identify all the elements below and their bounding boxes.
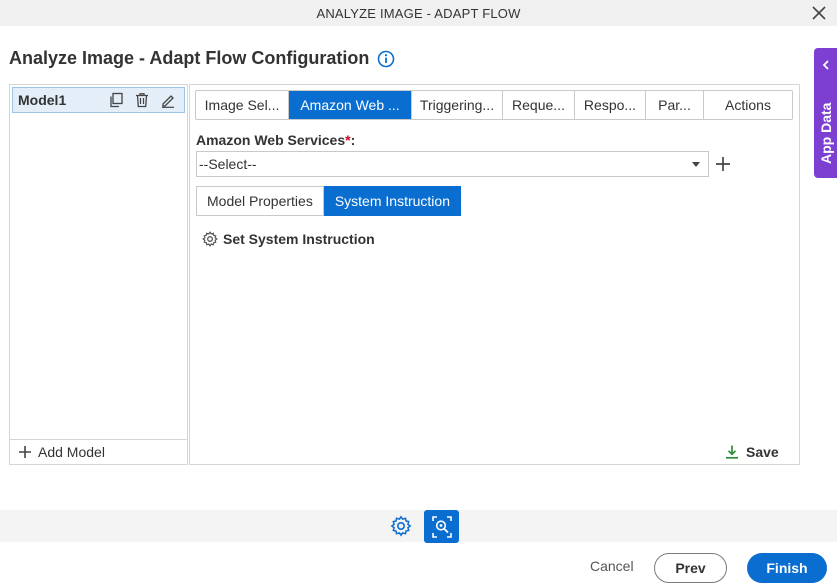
aws-select-value: --Select--: [199, 156, 257, 172]
info-icon[interactable]: [377, 50, 395, 68]
page-title: Analyze Image - Adapt Flow Configuration: [9, 48, 395, 69]
add-model-button[interactable]: Add Model: [10, 439, 187, 464]
settings-gear-icon[interactable]: [390, 515, 412, 537]
tab-parameters[interactable]: Par...: [646, 91, 704, 119]
app-data-label: App Data: [818, 102, 834, 164]
tab-actions[interactable]: Actions: [704, 91, 792, 119]
add-model-label: Add Model: [38, 444, 105, 460]
chevron-left-icon: [820, 58, 832, 76]
plus-icon: [18, 445, 32, 459]
window-title: ANALYZE IMAGE - ADAPT FLOW: [316, 5, 521, 21]
download-icon: [724, 444, 740, 460]
cancel-button[interactable]: Cancel: [590, 558, 634, 574]
tab-amazon-web-services[interactable]: Amazon Web ...: [289, 91, 412, 119]
aws-select[interactable]: --Select--: [196, 151, 709, 177]
delete-icon[interactable]: [132, 90, 152, 110]
tab-response[interactable]: Respo...: [575, 91, 646, 119]
tab-image-selection[interactable]: Image Sel...: [196, 91, 289, 119]
model-list-panel: Model1 Add Model: [9, 84, 188, 465]
page-title-text: Analyze Image - Adapt Flow Configuration: [9, 48, 370, 68]
chevron-down-icon: [692, 161, 700, 167]
aws-field-label: Amazon Web Services*:: [196, 132, 355, 148]
gear-icon: [202, 231, 218, 247]
tab-request[interactable]: Reque...: [503, 91, 575, 119]
sub-tabs: Model Properties System Instruction: [196, 186, 461, 216]
subtab-system-instruction[interactable]: System Instruction: [323, 186, 461, 216]
model-list-item[interactable]: Model1: [12, 87, 185, 113]
add-aws-connection-icon[interactable]: [714, 155, 732, 173]
set-system-instruction-label: Set System Instruction: [223, 231, 375, 247]
edit-icon[interactable]: [158, 90, 178, 110]
prev-button[interactable]: Prev: [654, 553, 727, 583]
save-button[interactable]: Save: [724, 444, 779, 460]
config-tabs: Image Sel... Amazon Web ... Triggering..…: [195, 90, 793, 120]
subtab-model-properties[interactable]: Model Properties: [196, 186, 324, 216]
analyze-image-icon[interactable]: [424, 510, 459, 543]
app-data-tab[interactable]: App Data: [814, 48, 837, 178]
copy-icon[interactable]: [106, 90, 126, 110]
bottom-toolbar: [0, 510, 837, 542]
model-name: Model1: [18, 92, 67, 108]
save-label: Save: [746, 444, 779, 460]
aws-field-label-colon: :: [350, 132, 356, 148]
close-icon[interactable]: [810, 4, 828, 22]
set-system-instruction-button[interactable]: Set System Instruction: [202, 231, 375, 247]
window-titlebar: ANALYZE IMAGE - ADAPT FLOW: [0, 0, 837, 26]
tab-triggering[interactable]: Triggering...: [412, 91, 503, 119]
aws-field-label-text: Amazon Web Services: [196, 132, 346, 148]
finish-button[interactable]: Finish: [747, 553, 827, 583]
